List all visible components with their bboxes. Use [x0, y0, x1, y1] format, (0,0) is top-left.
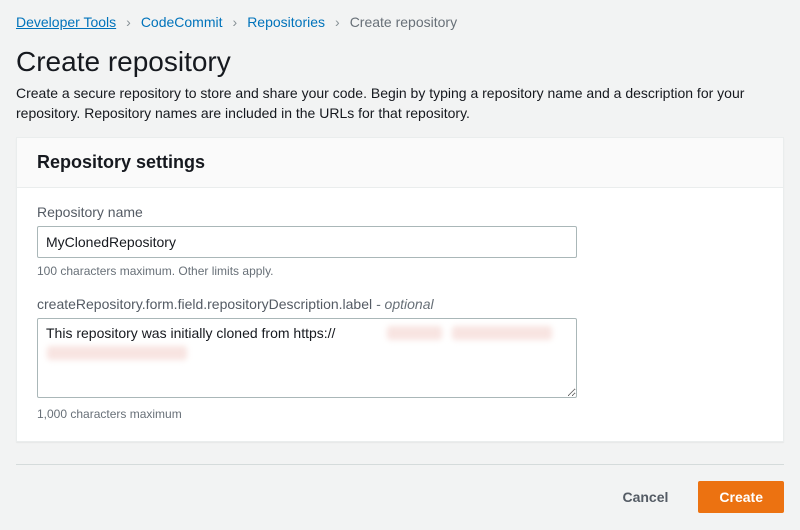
redaction-block: [387, 326, 442, 340]
repository-name-field: Repository name 100 characters maximum. …: [37, 204, 763, 278]
breadcrumb-repositories[interactable]: Repositories: [247, 14, 325, 30]
chevron-right-icon: ›: [126, 14, 131, 30]
cancel-button[interactable]: Cancel: [602, 481, 688, 513]
page-header: Create repository Create a secure reposi…: [0, 38, 800, 137]
breadcrumb-codecommit[interactable]: CodeCommit: [141, 14, 223, 30]
breadcrumb: Developer Tools › CodeCommit › Repositor…: [0, 0, 800, 38]
settings-panel: Repository settings Repository name 100 …: [16, 137, 784, 442]
redaction-block: [47, 346, 187, 360]
redaction-block: [452, 326, 552, 340]
page-description: Create a secure repository to store and …: [16, 84, 784, 123]
repository-description-hint: 1,000 characters maximum: [37, 407, 763, 421]
repository-name-input[interactable]: [37, 226, 577, 258]
page-title: Create repository: [16, 46, 784, 78]
breadcrumb-current: Create repository: [350, 14, 457, 30]
repository-description-field: createRepository.form.field.repositoryDe…: [37, 296, 763, 421]
panel-title: Repository settings: [17, 138, 783, 188]
repository-description-label: createRepository.form.field.repositoryDe…: [37, 296, 763, 312]
chevron-right-icon: ›: [233, 14, 238, 30]
repository-name-hint: 100 characters maximum. Other limits app…: [37, 264, 763, 278]
create-button[interactable]: Create: [698, 481, 784, 513]
chevron-right-icon: ›: [335, 14, 340, 30]
form-footer: Cancel Create: [16, 464, 784, 529]
breadcrumb-developer-tools[interactable]: Developer Tools: [16, 14, 116, 30]
repository-name-label: Repository name: [37, 204, 763, 220]
